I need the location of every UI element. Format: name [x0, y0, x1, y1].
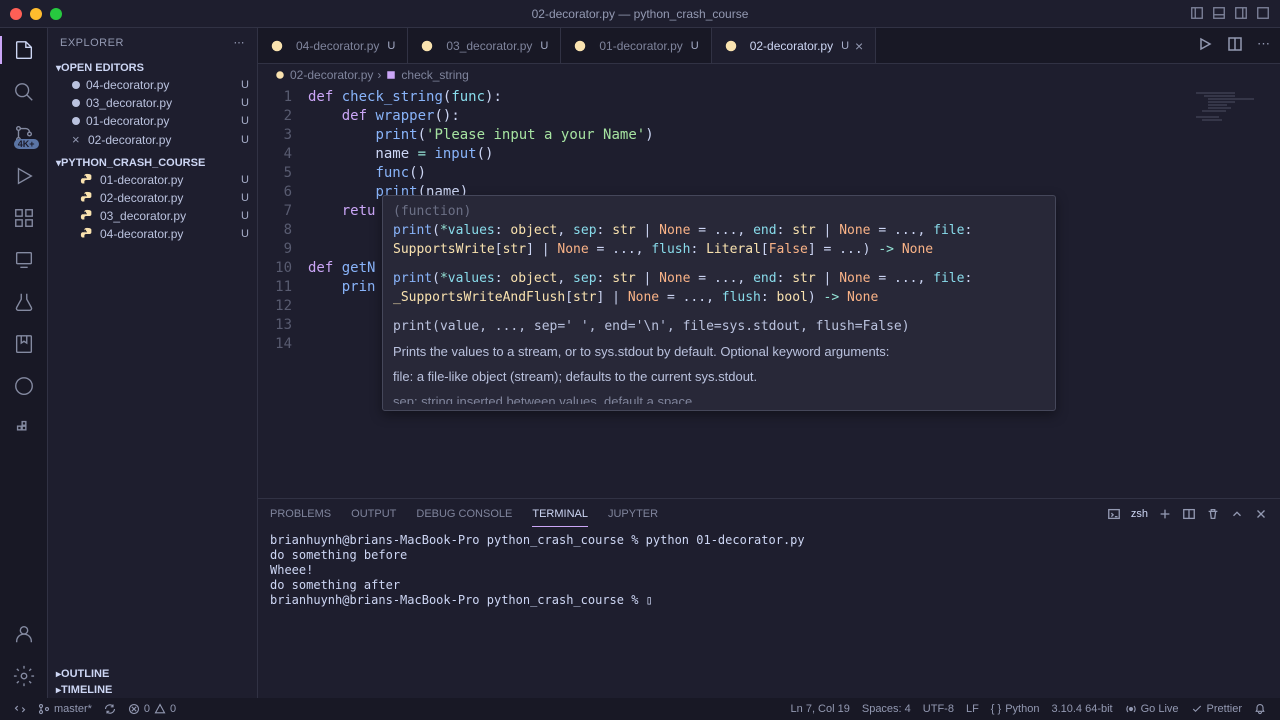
- git-branch[interactable]: master*: [32, 703, 98, 715]
- open-editor-item[interactable]: 03_decorator.pyU: [48, 94, 257, 112]
- statusbar: master* 0 0 Ln 7, Col 19 Spaces: 4 UTF-8…: [0, 698, 1280, 720]
- terminal-content[interactable]: brianhuynh@brians-MacBook-Pro python_cra…: [258, 529, 1280, 698]
- tab[interactable]: 04-decorator.pyU: [258, 28, 408, 63]
- python-file-icon: [270, 39, 284, 53]
- run-icon[interactable]: [1197, 36, 1213, 52]
- bookmark-icon[interactable]: [12, 332, 36, 356]
- python-file-icon: [724, 39, 738, 53]
- timeline-header[interactable]: TIMELINE: [48, 682, 257, 698]
- errors-warnings[interactable]: 0 0: [122, 703, 182, 715]
- sidebar-title: EXPLORER ⋯: [48, 28, 257, 57]
- maximize-window[interactable]: [50, 8, 62, 20]
- open-editor-item[interactable]: 01-decorator.pyU: [48, 112, 257, 130]
- prettier[interactable]: Prettier: [1185, 703, 1248, 715]
- cursor-position[interactable]: Ln 7, Col 19: [785, 703, 856, 715]
- minimize-window[interactable]: [30, 8, 42, 20]
- explorer-icon[interactable]: [12, 38, 36, 62]
- open-editors-header[interactable]: OPEN EDITORS: [48, 60, 257, 76]
- open-editor-item[interactable]: 04-decorator.pyU: [48, 76, 257, 94]
- close-tab-icon[interactable]: ×: [855, 38, 863, 54]
- extensions-icon[interactable]: [12, 206, 36, 230]
- split-terminal-icon[interactable]: [1182, 507, 1196, 521]
- scm-badge: 4K+: [14, 139, 39, 149]
- python-file-icon: [80, 209, 94, 223]
- indentation[interactable]: Spaces: 4: [856, 703, 917, 715]
- editor: 04-decorator.pyU 03_decorator.pyU 01-dec…: [258, 28, 1280, 698]
- terminal-tab[interactable]: TERMINAL: [532, 502, 588, 527]
- python-file-icon: [573, 39, 587, 53]
- jupyter-tab[interactable]: JUPYTER: [608, 502, 658, 526]
- panel-icon[interactable]: [1212, 6, 1226, 20]
- debug-tab[interactable]: DEBUG CONSOLE: [416, 502, 512, 526]
- window-controls[interactable]: [10, 8, 62, 20]
- sidebar: EXPLORER ⋯ OPEN EDITORS 04-decorator.pyU…: [48, 28, 258, 698]
- terminal-icon: [1107, 507, 1121, 521]
- tab[interactable]: 03_decorator.pyU: [408, 28, 561, 63]
- account-icon[interactable]: [12, 622, 36, 646]
- customize-icon[interactable]: [1256, 6, 1270, 20]
- python-icon[interactable]: [12, 374, 36, 398]
- python-file-icon: [80, 173, 94, 187]
- output-tab[interactable]: OUTPUT: [351, 502, 396, 526]
- chevron-up-icon[interactable]: [1230, 507, 1244, 521]
- hover-tooltip: (function) print(*values: object, sep: s…: [382, 195, 1056, 411]
- shell-name[interactable]: zsh: [1131, 508, 1148, 520]
- panel-tabs: PROBLEMS OUTPUT DEBUG CONSOLE TERMINAL J…: [258, 499, 1280, 529]
- close-icon[interactable]: ×: [72, 132, 84, 147]
- window-title: 02-decorator.py — python_crash_course: [532, 7, 749, 21]
- split-icon[interactable]: [1227, 36, 1243, 52]
- source-control-icon[interactable]: 4K+: [12, 122, 36, 146]
- problems-tab[interactable]: PROBLEMS: [270, 502, 331, 526]
- file-item[interactable]: 02-decorator.pyU: [48, 189, 257, 207]
- editor-tabs: 04-decorator.pyU 03_decorator.pyU 01-dec…: [258, 28, 1280, 64]
- titlebar: 02-decorator.py — python_crash_course: [0, 0, 1280, 28]
- minimap[interactable]: [1190, 86, 1280, 498]
- go-live[interactable]: Go Live: [1119, 703, 1185, 715]
- debug-icon[interactable]: [12, 164, 36, 188]
- encoding[interactable]: UTF-8: [917, 703, 960, 715]
- sync-button[interactable]: [98, 703, 122, 715]
- trash-icon[interactable]: [1206, 507, 1220, 521]
- python-file-icon: [420, 39, 434, 53]
- language-mode[interactable]: { } Python: [985, 703, 1046, 715]
- python-file-icon: [80, 227, 94, 241]
- outline-header[interactable]: OUTLINE: [48, 666, 257, 682]
- file-item[interactable]: 01-decorator.pyU: [48, 171, 257, 189]
- more-icon[interactable]: ⋯: [1257, 36, 1270, 52]
- test-icon[interactable]: [12, 290, 36, 314]
- line-numbers: 1234567891011121314: [258, 86, 308, 498]
- symbol-icon: [385, 69, 397, 81]
- more-icon[interactable]: ⋯: [234, 36, 246, 49]
- remote-button[interactable]: [8, 703, 32, 715]
- tab-active[interactable]: 02-decorator.pyU×: [712, 28, 877, 63]
- settings-icon[interactable]: [12, 664, 36, 688]
- notifications-icon[interactable]: [1248, 703, 1272, 715]
- tab[interactable]: 01-decorator.pyU: [561, 28, 711, 63]
- breadcrumb[interactable]: 02-decorator.py › check_string: [258, 64, 1280, 86]
- folder-header[interactable]: PYTHON_CRASH_COURSE: [48, 155, 257, 171]
- python-file-icon: [274, 69, 286, 81]
- close-window[interactable]: [10, 8, 22, 20]
- python-file-icon: [80, 191, 94, 205]
- remote-icon[interactable]: [12, 248, 36, 272]
- search-icon[interactable]: [12, 80, 36, 104]
- close-panel-icon[interactable]: [1254, 507, 1268, 521]
- file-item[interactable]: 04-decorator.pyU: [48, 225, 257, 243]
- interpreter[interactable]: 3.10.4 64-bit: [1045, 703, 1118, 715]
- eol[interactable]: LF: [960, 703, 985, 715]
- sidebar-right-icon[interactable]: [1234, 6, 1248, 20]
- panel: PROBLEMS OUTPUT DEBUG CONSOLE TERMINAL J…: [258, 498, 1280, 698]
- activity-bar: 4K+: [0, 28, 48, 698]
- open-editor-item[interactable]: ×02-decorator.pyU: [48, 130, 257, 149]
- add-terminal-icon[interactable]: [1158, 507, 1172, 521]
- file-item[interactable]: 03_decorator.pyU: [48, 207, 257, 225]
- layout-icon[interactable]: [1190, 6, 1204, 20]
- docker-icon[interactable]: [12, 416, 36, 440]
